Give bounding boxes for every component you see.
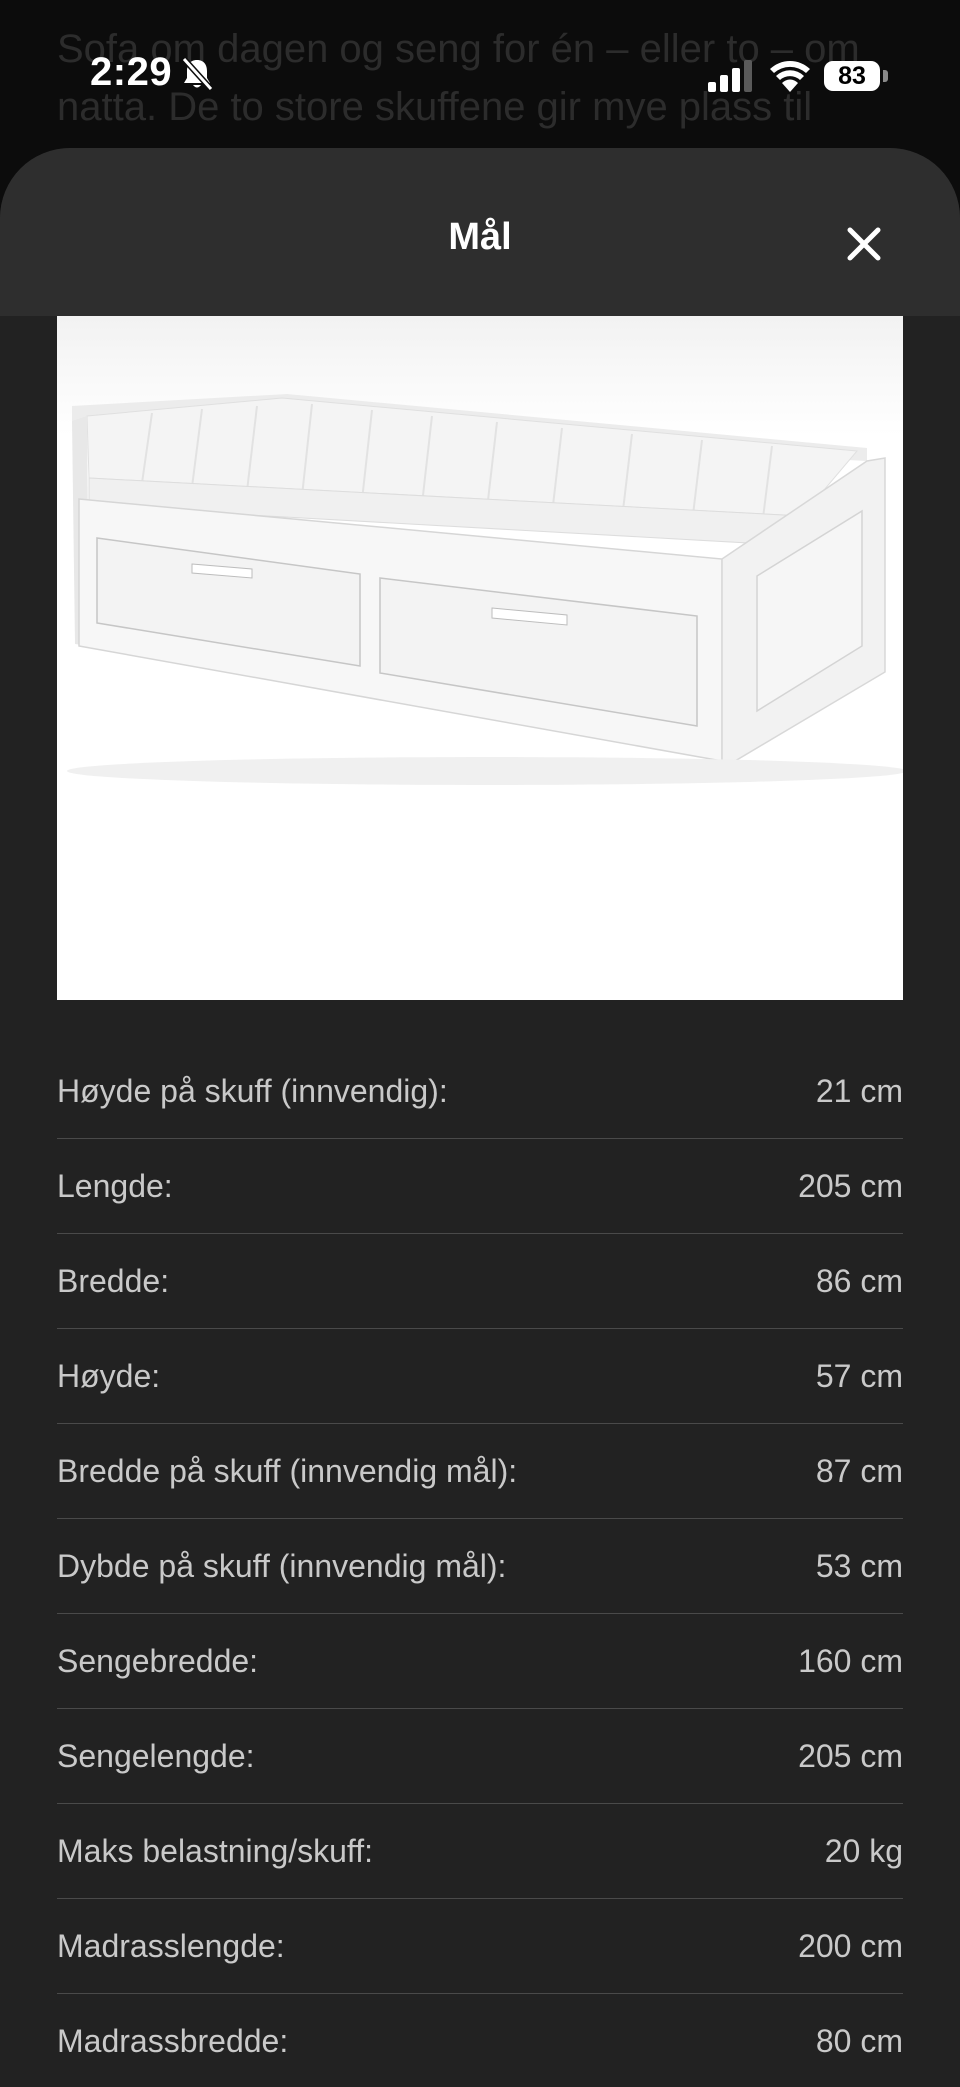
dimension-value: 80 cm <box>815 2022 903 2059</box>
dimension-label: Madrassbredde: <box>57 2022 289 2059</box>
list-item: Madrassbredde: 80 cm <box>57 1994 903 2087</box>
dimension-label: Høyde på skuff (innvendig): <box>57 1072 448 1109</box>
dimension-value: 205 cm <box>798 1737 903 1774</box>
product-image <box>57 316 903 1000</box>
list-item: Bredde på skuff (innvendig mål): 87 cm <box>57 1424 903 1519</box>
dimension-value: 87 cm <box>815 1452 903 1489</box>
dimension-label: Sengebredde: <box>57 1642 259 1679</box>
list-item: Sengelengde: 205 cm <box>57 1709 903 1804</box>
dimension-value: 160 cm <box>798 1642 903 1679</box>
list-item: Sengebredde: 160 cm <box>57 1614 903 1709</box>
sheet-title: Mål <box>448 216 512 258</box>
dimension-value: 21 cm <box>815 1072 903 1109</box>
dimensions-sheet: Mål Høyde på skuff (innvendig): 21 cm Le… <box>0 148 960 2087</box>
dimension-label: Høyde: <box>57 1357 161 1394</box>
list-item: Høyde: 57 cm <box>57 1329 903 1424</box>
list-item: Lengde: 205 cm <box>57 1139 903 1234</box>
dimension-value: 200 cm <box>798 1927 903 1964</box>
battery-icon: 83 <box>824 61 880 91</box>
dimension-label: Bredde: <box>57 1262 170 1299</box>
dimensions-list: Høyde på skuff (innvendig): 21 cm Lengde… <box>57 1044 903 2087</box>
dimension-value: 57 cm <box>815 1357 903 1394</box>
screen: Sofa om dagen og seng for én – eller to … <box>0 0 960 2087</box>
dimension-label: Maks belastning/skuff: <box>57 1832 374 1869</box>
list-item: Dybde på skuff (innvendig mål): 53 cm <box>57 1519 903 1614</box>
dimension-label: Dybde på skuff (innvendig mål): <box>57 1547 507 1584</box>
dimension-value: 86 cm <box>815 1262 903 1299</box>
list-item: Høyde på skuff (innvendig): 21 cm <box>57 1044 903 1139</box>
cellular-signal-icon <box>708 60 752 92</box>
list-item: Bredde: 86 cm <box>57 1234 903 1329</box>
dimension-label: Bredde på skuff (innvendig mål): <box>57 1452 518 1489</box>
status-bar: 2:29 83 <box>0 0 960 150</box>
list-item: Maks belastning/skuff: 20 kg <box>57 1804 903 1899</box>
dimension-value: 205 cm <box>798 1167 903 1204</box>
sheet-header: Mål <box>0 148 960 316</box>
dimension-label: Madrasslengde: <box>57 1927 285 1964</box>
bell-slash-icon <box>181 56 214 92</box>
dimension-value: 53 cm <box>815 1547 903 1584</box>
dimension-label: Sengelengde: <box>57 1737 255 1774</box>
list-item: Madrasslengde: 200 cm <box>57 1899 903 1994</box>
battery-cap <box>883 70 888 82</box>
status-time: 2:29 <box>90 50 173 94</box>
close-icon[interactable] <box>836 216 892 272</box>
daybed-illustration <box>57 316 903 785</box>
dimension-label: Lengde: <box>57 1167 173 1204</box>
dimension-value: 20 kg <box>824 1832 903 1869</box>
wifi-icon <box>770 61 810 92</box>
